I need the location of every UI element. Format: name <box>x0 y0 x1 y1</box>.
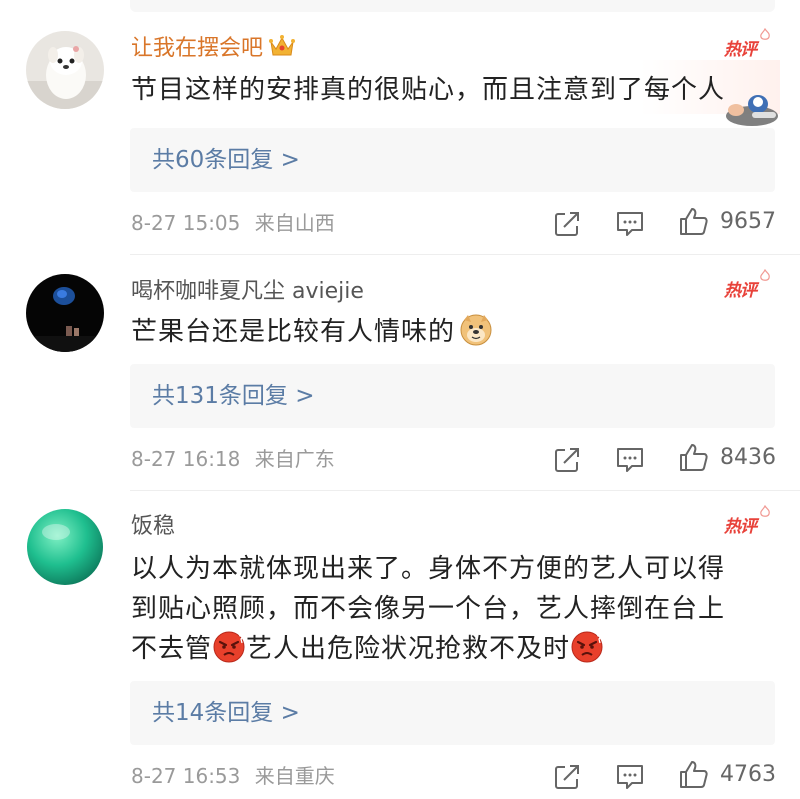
comment-date: 8-27 15:05 <box>131 211 241 235</box>
angry-face-emoji-icon <box>212 629 246 675</box>
comment-button[interactable] <box>615 762 645 792</box>
comment-text: 以人为本就体现出来了。身体不方便的艺人可以得 到贴心照顾，而不会像另一个台，艺人… <box>131 549 771 675</box>
comment-button[interactable] <box>615 209 645 239</box>
like-button[interactable]: 9657 <box>678 207 776 237</box>
comment-text: 芒果台还是比较有人情味的 <box>131 312 771 358</box>
comment-text-line: 以人为本就体现出来了。身体不方便的艺人可以得 <box>131 554 726 584</box>
share-button[interactable] <box>553 762 581 792</box>
comment-location: 来自广东 <box>254 447 335 471</box>
reply-box[interactable]: 共14条回复 > <box>130 681 775 745</box>
sticker-icon <box>722 86 782 130</box>
username[interactable]: 喝杯咖啡夏凡尘 aviejie <box>131 278 364 306</box>
comment-button[interactable] <box>615 445 645 475</box>
comment-location: 来自山西 <box>254 211 335 235</box>
comment-date: 8-27 16:18 <box>131 447 241 471</box>
view-replies-link[interactable]: 共131条回复 > <box>152 364 314 428</box>
comment-text-segment: 不去管 <box>131 634 213 664</box>
comment-meta: 8-27 16:53 来自重庆 <box>131 762 335 790</box>
comment-date: 8-27 16:53 <box>131 764 241 788</box>
username[interactable]: 饭稳 <box>131 513 175 541</box>
avatar[interactable] <box>26 274 104 352</box>
view-replies-link[interactable]: 共60条回复 > <box>152 128 300 192</box>
share-button[interactable] <box>553 445 581 475</box>
divider <box>130 490 800 491</box>
thumbs-up-icon <box>680 444 708 471</box>
hot-comment-badge: 热评 <box>724 505 770 541</box>
reply-box[interactable]: 共131条回复 > <box>130 364 775 428</box>
comment-text: 节目这样的安排真的很贴心，而且注意到了每个人 <box>131 75 726 105</box>
like-count: 8436 <box>720 445 776 470</box>
share-icon <box>555 212 579 236</box>
view-replies-link[interactable]: 共14条回复 > <box>152 681 300 745</box>
comment-icon <box>617 765 643 789</box>
share-icon <box>555 765 579 789</box>
crown-icon <box>269 34 296 66</box>
previous-comment-edge <box>0 0 800 16</box>
comment-meta: 8-27 15:05 来自山西 <box>131 209 335 237</box>
divider <box>130 254 800 255</box>
comment-icon <box>617 212 643 236</box>
share-button[interactable] <box>553 209 581 239</box>
thumbs-up-icon <box>680 761 708 788</box>
like-count: 9657 <box>720 209 776 234</box>
comment-text-segment: 艺人出危险状况抢救不及时 <box>246 634 571 664</box>
like-button[interactable]: 4763 <box>678 760 776 790</box>
reply-box[interactable]: 共60条回复 > <box>130 128 775 192</box>
like-count: 4763 <box>720 762 776 787</box>
comment-icon <box>617 448 643 472</box>
comment-location: 来自重庆 <box>254 764 335 788</box>
avatar[interactable] <box>26 31 104 109</box>
comment-text-line: 到贴心照顾，而不会像另一个台，艺人摔倒在台上 <box>131 594 726 624</box>
angry-face-emoji-icon <box>570 629 604 675</box>
doge-emoji-icon <box>459 312 493 358</box>
share-icon <box>555 448 579 472</box>
username[interactable]: 让我在摆会吧 <box>131 34 296 66</box>
like-button[interactable]: 8436 <box>678 443 776 473</box>
hot-comment-badge: 热评 <box>724 269 770 305</box>
comment-meta: 8-27 16:18 来自广东 <box>131 445 335 473</box>
thumbs-up-icon <box>680 208 708 235</box>
avatar[interactable] <box>26 508 104 586</box>
